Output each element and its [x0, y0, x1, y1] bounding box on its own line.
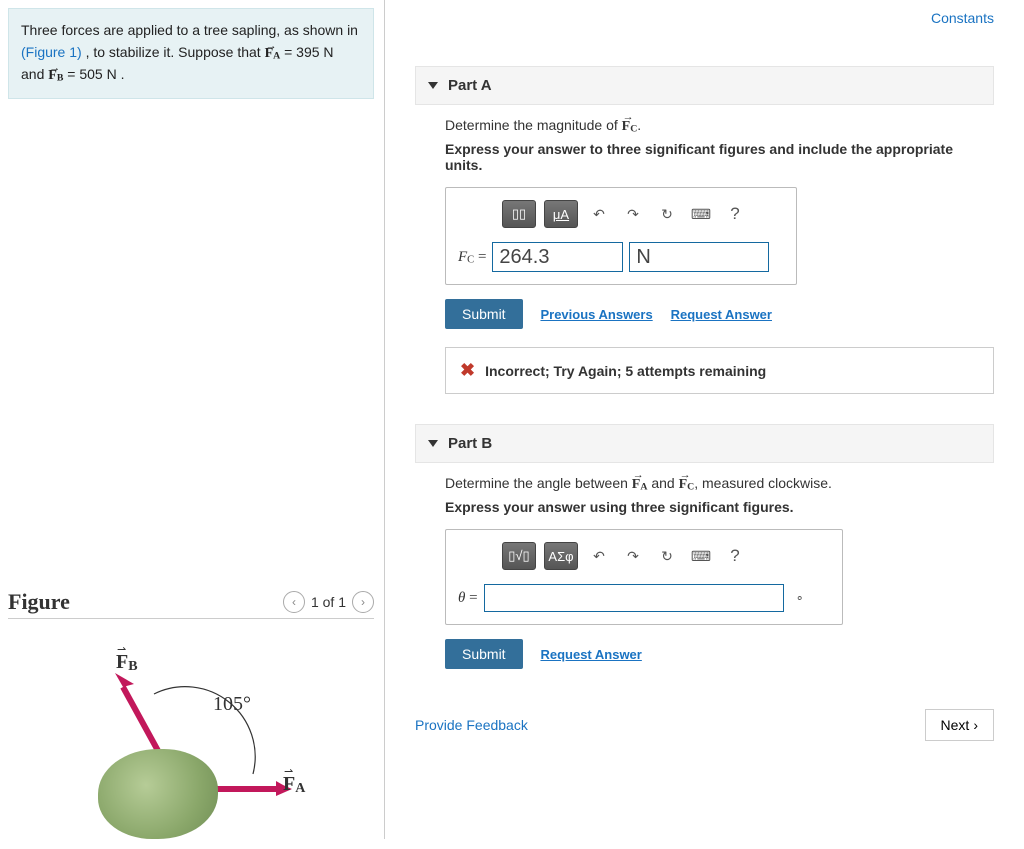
part-a-title: Part A [448, 77, 492, 94]
incorrect-icon: ✖ [460, 360, 475, 381]
reset-icon[interactable]: ↻ [654, 544, 680, 568]
chevron-right-icon: › [973, 717, 978, 733]
problem-text-3: and [21, 66, 48, 82]
part-a-submit-button[interactable]: Submit [445, 299, 523, 329]
keyboard-icon[interactable]: ⌨ [688, 202, 714, 226]
figure-link[interactable]: (Figure 1) [21, 44, 82, 60]
keyboard-icon[interactable]: ⌨ [688, 544, 714, 568]
figure-counter: 1 of 1 [311, 594, 346, 610]
figure-title: Figure [8, 589, 70, 615]
degree-unit: ∘ [796, 590, 804, 606]
undo-icon[interactable]: ↶ [586, 202, 612, 226]
problem-text-2: , to stabilize it. Suppose that [82, 44, 265, 60]
figure-next-button[interactable]: › [352, 591, 374, 613]
figure-image: ⇀FB 105° ⇀FA [8, 649, 374, 829]
previous-answers-link[interactable]: Previous Answers [540, 307, 652, 322]
redo-icon[interactable]: ↷ [620, 544, 646, 568]
template-tool-icon[interactable]: ▯√▯ [502, 542, 536, 570]
next-button[interactable]: Next› [925, 709, 994, 741]
help-icon[interactable]: ? [722, 544, 748, 568]
template-tool-icon[interactable]: ▯▯ [502, 200, 536, 228]
part-a-answer-box: ▯▯ μA ↶ ↷ ↻ ⌨ ? FC = [445, 187, 797, 285]
collapse-icon[interactable] [428, 82, 438, 89]
figure-angle-label: 105° [213, 693, 251, 716]
fc-value-input[interactable] [492, 242, 623, 272]
part-b-header[interactable]: Part B [415, 424, 994, 463]
vector-fa: →FA [265, 46, 281, 61]
part-b-title: Part B [448, 435, 492, 452]
request-answer-link[interactable]: Request Answer [540, 647, 641, 662]
figure-fb-label: ⇀FB [116, 651, 138, 675]
redo-icon[interactable]: ↷ [620, 202, 646, 226]
help-icon[interactable]: ? [722, 202, 748, 226]
part-b-submit-button[interactable]: Submit [445, 639, 523, 669]
part-b-prompt: Determine the angle between →FA and →FC,… [445, 475, 994, 493]
fb-value: = 505 N . [63, 66, 124, 82]
part-a-feedback: ✖ Incorrect; Try Again; 5 attempts remai… [445, 347, 994, 394]
figure-nav: Figure ‹ 1 of 1 › [8, 589, 374, 619]
collapse-icon[interactable] [428, 440, 438, 447]
problem-statement: Three forces are applied to a tree sapli… [8, 8, 374, 99]
vector-fb: →FB [48, 68, 63, 83]
undo-icon[interactable]: ↶ [586, 544, 612, 568]
problem-text-1: Three forces are applied to a tree sapli… [21, 22, 358, 38]
fc-label: FC = [458, 249, 486, 266]
part-a-header[interactable]: Part A [415, 66, 994, 105]
part-b-answer-box: ▯√▯ ΑΣφ ↶ ↷ ↻ ⌨ ? θ = ∘ [445, 529, 843, 625]
symbols-tool-icon[interactable]: ΑΣφ [544, 542, 578, 570]
fc-unit-input[interactable] [629, 242, 769, 272]
part-a-prompt: Determine the magnitude of →FC. [445, 117, 994, 135]
units-tool-icon[interactable]: μA [544, 200, 578, 228]
theta-value-input[interactable] [484, 584, 784, 612]
part-a-instructions: Express your answer to three significant… [445, 141, 994, 173]
part-b-instructions: Express your answer using three signific… [445, 499, 994, 515]
theta-label: θ = [458, 590, 478, 607]
figure-fa-label: ⇀FA [283, 773, 305, 797]
request-answer-link[interactable]: Request Answer [671, 307, 772, 322]
figure-prev-button[interactable]: ‹ [283, 591, 305, 613]
feedback-text: Incorrect; Try Again; 5 attempts remaini… [485, 363, 766, 379]
provide-feedback-link[interactable]: Provide Feedback [415, 717, 528, 733]
constants-link[interactable]: Constants [931, 10, 994, 26]
fa-value: = 395 N [280, 44, 333, 60]
reset-icon[interactable]: ↻ [654, 202, 680, 226]
